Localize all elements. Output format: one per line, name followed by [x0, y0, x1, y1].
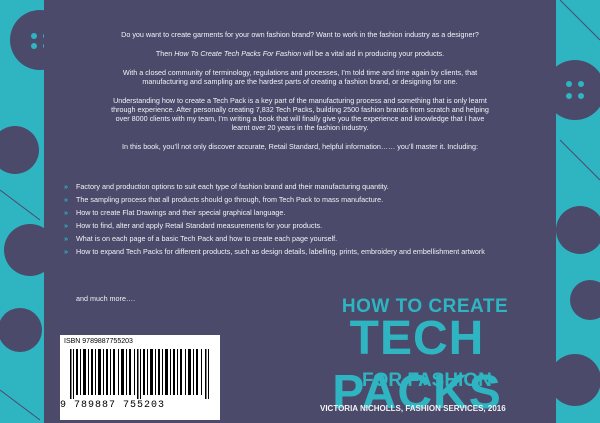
list-item: » How to create Flat Drawings and their s… — [64, 208, 286, 217]
intro-paragraph-2: Then How To Create Tech Packs For Fashio… — [155, 49, 445, 58]
intro-paragraph-5: In this book, you’ll not only discover a… — [122, 142, 478, 151]
barcode-bars-icon — [70, 349, 209, 399]
list-item: » The sampling process that all products … — [64, 195, 384, 204]
bullet-icon: » — [64, 182, 68, 191]
barcode-digits: 9 789887 755203 — [60, 400, 166, 411]
intro-paragraph-3: With a closed community of terminology, … — [122, 68, 478, 86]
more-text: and much more…. — [76, 294, 136, 303]
list-item: » What is on each page of a basic Tech Pa… — [64, 234, 338, 243]
list-item: » Factory and production options to suit … — [64, 182, 389, 191]
title-line-3: FOR FASHION — [362, 370, 492, 391]
list-item: » How to expand Tech Packs for different … — [64, 247, 485, 256]
intro-paragraph-1: Do you want to create garments for your … — [121, 30, 479, 39]
feature-list: » Factory and production options to suit … — [64, 182, 534, 260]
barcode: ISBN 9789887755203 9 789887 755203 — [60, 335, 220, 420]
intro-text: Do you want to create garments for your … — [110, 30, 490, 151]
bullet-icon: » — [64, 221, 68, 230]
bullet-icon: » — [64, 234, 68, 243]
bullet-icon: » — [64, 208, 68, 217]
author-credit: VICTORIA NICHOLLS, FASHION SERVICES, 201… — [320, 404, 506, 413]
list-item: » How to find, alter and apply Retail Sta… — [64, 221, 323, 230]
bullet-icon: » — [64, 247, 68, 256]
bullet-icon: » — [64, 195, 68, 204]
intro-paragraph-4: Understanding how to create a Tech Pack … — [111, 96, 489, 132]
isbn-label: ISBN 9789887755203 — [64, 338, 133, 345]
